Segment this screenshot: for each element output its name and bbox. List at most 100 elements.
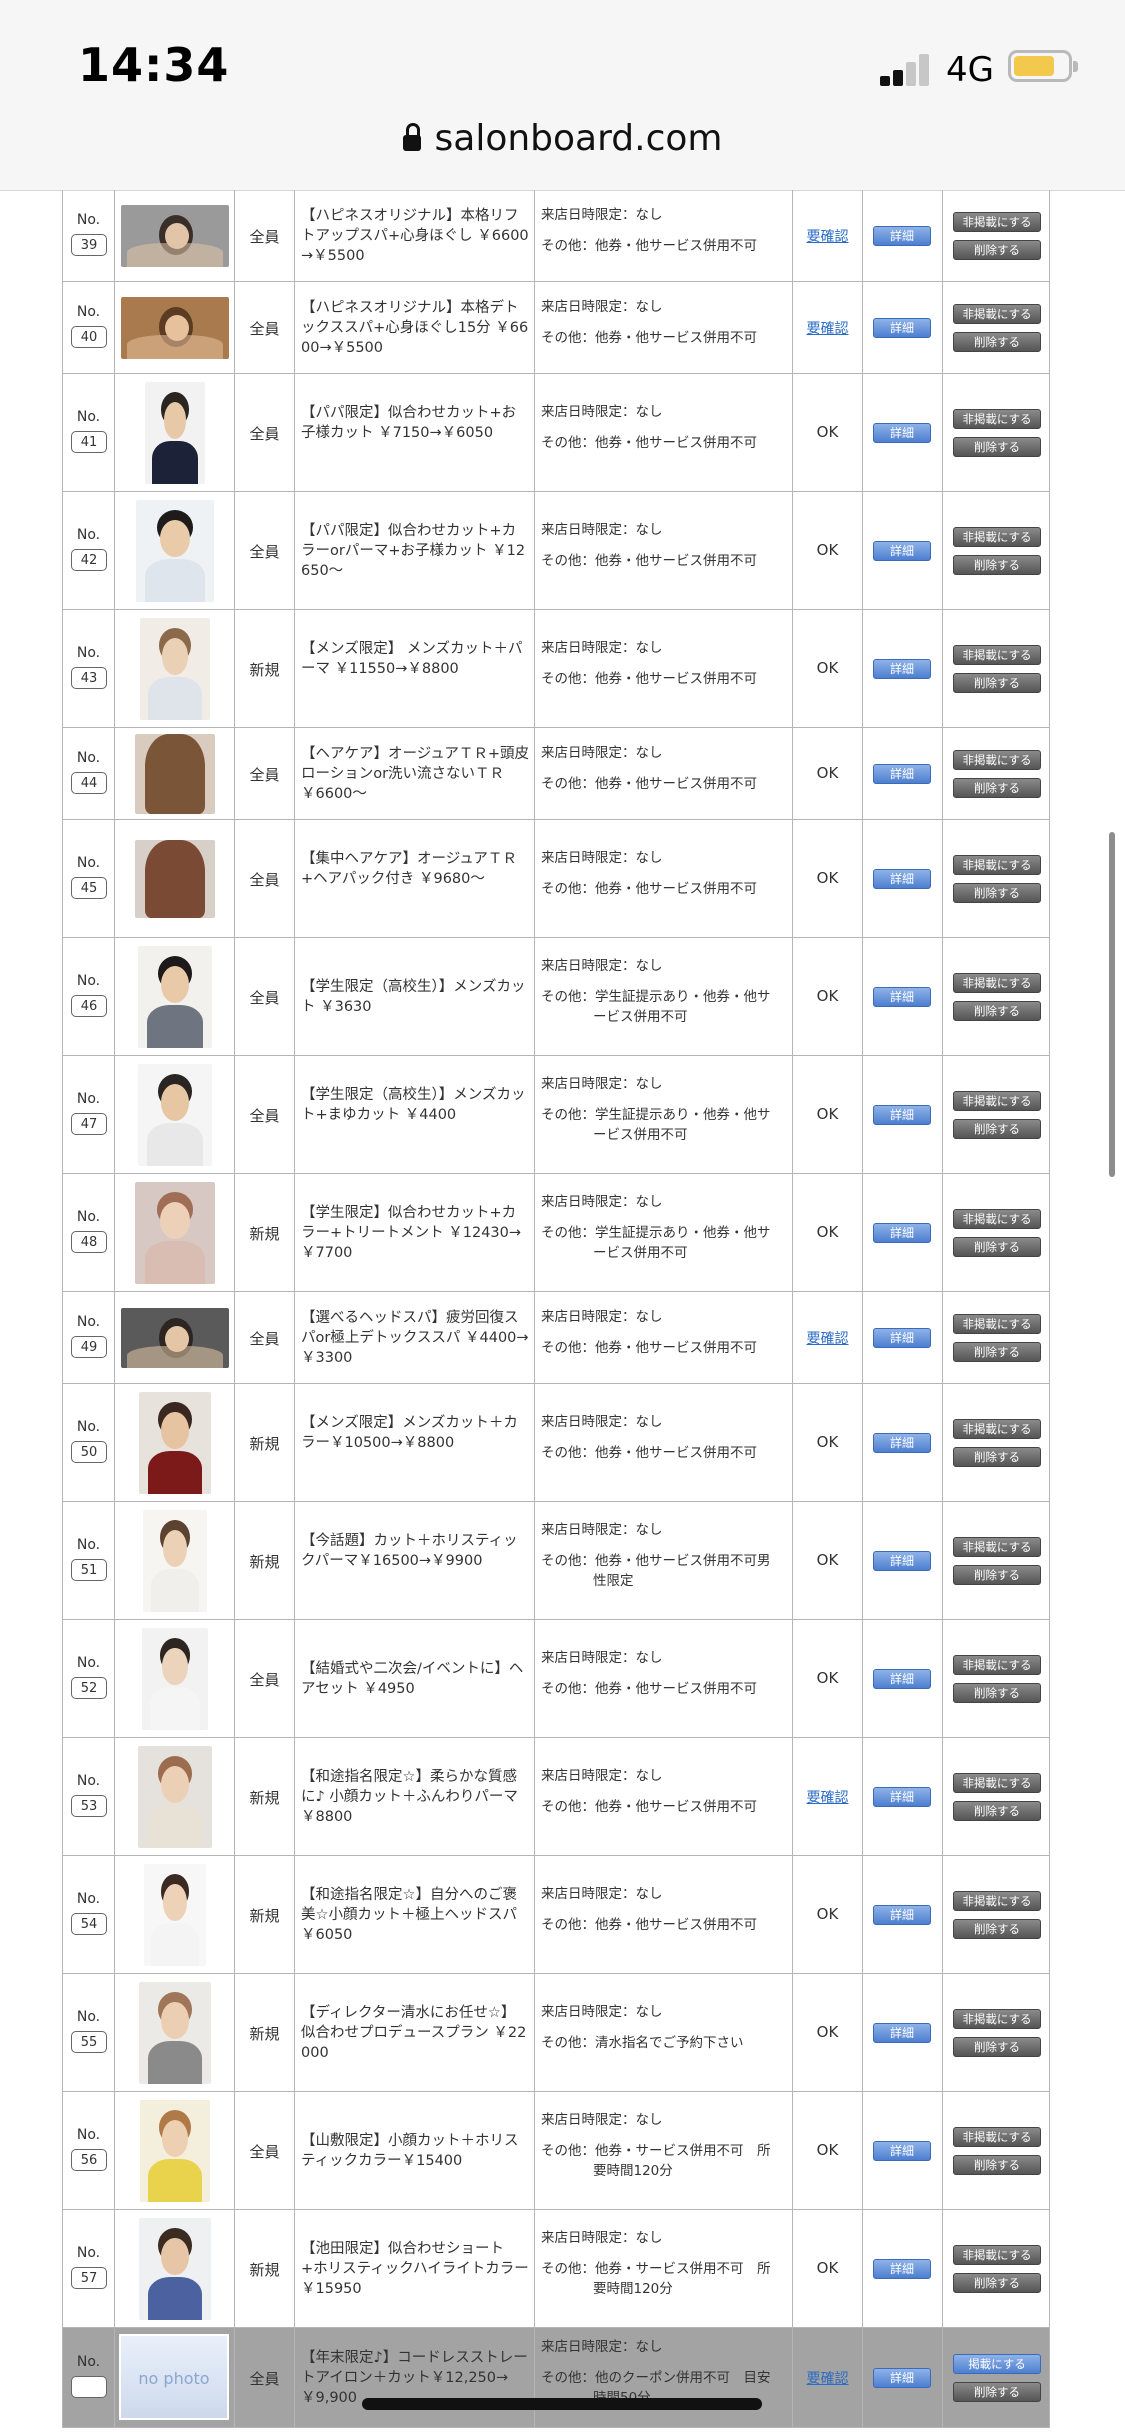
coupon-photo[interactable] — [138, 946, 212, 1048]
review-status: OK — [816, 1669, 839, 1687]
coupon-photo[interactable] — [144, 1864, 206, 1966]
delete-button[interactable]: 削除する — [953, 778, 1041, 798]
detail-button[interactable]: 詳細 — [873, 1223, 931, 1243]
review-status[interactable]: 要確認 — [793, 2368, 862, 2388]
unpublish-button[interactable]: 非掲載にする — [953, 409, 1041, 429]
coupon-conditions: 来店日時限定：なし その他：他券・他サービス併用不可 — [541, 1307, 788, 1358]
unpublish-button[interactable]: 非掲載にする — [953, 304, 1041, 324]
target-customer: 新規 — [249, 1553, 280, 1571]
detail-button[interactable]: 詳細 — [873, 1669, 931, 1689]
coupon-photo[interactable] — [138, 1064, 212, 1166]
condition-date: 来店日時限定：なし — [541, 2230, 663, 2246]
detail-button[interactable]: 詳細 — [873, 987, 931, 1007]
unpublish-button[interactable]: 非掲載にする — [953, 2245, 1041, 2265]
detail-button[interactable]: 詳細 — [873, 1328, 931, 1348]
detail-button[interactable]: 詳細 — [873, 659, 931, 679]
target-customer: 新規 — [249, 2261, 280, 2279]
delete-button[interactable]: 削除する — [953, 240, 1041, 260]
coupon-photo[interactable] — [140, 618, 210, 720]
no-label: No. — [76, 2354, 101, 2370]
detail-button[interactable]: 詳細 — [873, 1905, 931, 1925]
unpublish-button[interactable]: 非掲載にする — [953, 973, 1041, 993]
condition-other: その他：他券・他サービス併用不可 — [541, 553, 757, 569]
scrollbar[interactable] — [1109, 832, 1115, 1177]
publish-button[interactable]: 掲載にする — [953, 2354, 1041, 2374]
detail-button[interactable]: 詳細 — [873, 764, 931, 784]
coupon-photo[interactable] — [121, 1308, 229, 1368]
coupon-photo[interactable] — [121, 297, 229, 359]
delete-button[interactable]: 削除する — [953, 332, 1041, 352]
unpublish-button[interactable]: 非掲載にする — [953, 1655, 1041, 1675]
coupon-photo[interactable] — [143, 1510, 207, 1612]
delete-button[interactable]: 削除する — [953, 2273, 1041, 2293]
unpublish-button[interactable]: 非掲載にする — [953, 527, 1041, 547]
unpublish-button[interactable]: 非掲載にする — [953, 1209, 1041, 1229]
coupon-photo[interactable] — [140, 2100, 210, 2202]
unpublish-button[interactable]: 非掲載にする — [953, 1537, 1041, 1557]
delete-button[interactable]: 削除する — [953, 437, 1041, 457]
coupon-name: 【ディレクター清水にお任せ☆】 似合わせプロデュースプラン ￥22000 — [301, 2005, 527, 2061]
review-status[interactable]: 要確認 — [793, 226, 862, 246]
delete-button[interactable]: 削除する — [953, 673, 1041, 693]
target-customer: 新規 — [249, 1435, 280, 1453]
delete-button[interactable]: 削除する — [953, 1342, 1041, 1362]
coupon-photo[interactable] — [121, 205, 229, 267]
detail-button[interactable]: 詳細 — [873, 1105, 931, 1125]
detail-button[interactable]: 詳細 — [873, 1551, 931, 1571]
review-status[interactable]: 要確認 — [793, 318, 862, 338]
coupon-photo[interactable] — [142, 1628, 208, 1730]
condition-date: 来店日時限定：なし — [541, 299, 663, 315]
unpublish-button[interactable]: 非掲載にする — [953, 1773, 1041, 1793]
delete-button[interactable]: 削除する — [953, 2155, 1041, 2175]
delete-button[interactable]: 削除する — [953, 1683, 1041, 1703]
detail-button[interactable]: 詳細 — [873, 226, 931, 246]
unpublish-button[interactable]: 非掲載にする — [953, 750, 1041, 770]
delete-button[interactable]: 削除する — [953, 555, 1041, 575]
detail-button[interactable]: 詳細 — [873, 318, 931, 338]
coupon-photo[interactable] — [135, 840, 215, 918]
unpublish-button[interactable]: 非掲載にする — [953, 1314, 1041, 1334]
condition-other: その他：清水指名でご予約下さい — [541, 2035, 744, 2051]
detail-button[interactable]: 詳細 — [873, 1787, 931, 1807]
coupon-photo[interactable] — [135, 734, 215, 814]
unpublish-button[interactable]: 非掲載にする — [953, 1091, 1041, 1111]
detail-button[interactable]: 詳細 — [873, 869, 931, 889]
delete-button[interactable]: 削除する — [953, 883, 1041, 903]
coupon-photo[interactable] — [145, 382, 205, 484]
detail-button[interactable]: 詳細 — [873, 1433, 931, 1453]
delete-button[interactable]: 削除する — [953, 1447, 1041, 1467]
detail-button[interactable]: 詳細 — [873, 2368, 931, 2388]
delete-button[interactable]: 削除する — [953, 1237, 1041, 1257]
detail-button[interactable]: 詳細 — [873, 541, 931, 561]
coupon-photo[interactable] — [135, 1182, 215, 1284]
detail-button[interactable]: 詳細 — [873, 2023, 931, 2043]
delete-button[interactable]: 削除する — [953, 2382, 1041, 2402]
unpublish-button[interactable]: 非掲載にする — [953, 2127, 1041, 2147]
delete-button[interactable]: 削除する — [953, 1801, 1041, 1821]
review-status[interactable]: 要確認 — [793, 1787, 862, 1807]
detail-button[interactable]: 詳細 — [873, 2141, 931, 2161]
review-status[interactable]: 要確認 — [793, 1328, 862, 1348]
delete-button[interactable]: 削除する — [953, 1919, 1041, 1939]
unpublish-button[interactable]: 非掲載にする — [953, 1419, 1041, 1439]
delete-button[interactable]: 削除する — [953, 1565, 1041, 1585]
coupon-number: 55 — [71, 2031, 107, 2053]
coupon-photo[interactable] — [136, 500, 214, 602]
unpublish-button[interactable]: 非掲載にする — [953, 2009, 1041, 2029]
detail-button[interactable]: 詳細 — [873, 423, 931, 443]
unpublish-button[interactable]: 非掲載にする — [953, 1891, 1041, 1911]
coupon-photo[interactable] — [138, 1746, 212, 1848]
coupon-photo[interactable] — [139, 1982, 211, 2084]
unpublish-button[interactable]: 非掲載にする — [953, 855, 1041, 875]
delete-button[interactable]: 削除する — [953, 2037, 1041, 2057]
coupon-photo[interactable] — [139, 2218, 211, 2320]
delete-button[interactable]: 削除する — [953, 1001, 1041, 1021]
delete-button[interactable]: 削除する — [953, 1119, 1041, 1139]
coupon-photo[interactable] — [139, 1392, 211, 1494]
target-customer: 全員 — [249, 1671, 280, 1689]
detail-button[interactable]: 詳細 — [873, 2259, 931, 2279]
unpublish-button[interactable]: 非掲載にする — [953, 212, 1041, 232]
address-bar[interactable]: salonboard.com — [0, 118, 1125, 159]
unpublish-button[interactable]: 非掲載にする — [953, 645, 1041, 665]
coupon-conditions: 来店日時限定：なし その他：学生証提示あり・他券・他サ ービス併用不可 — [541, 1192, 788, 1263]
